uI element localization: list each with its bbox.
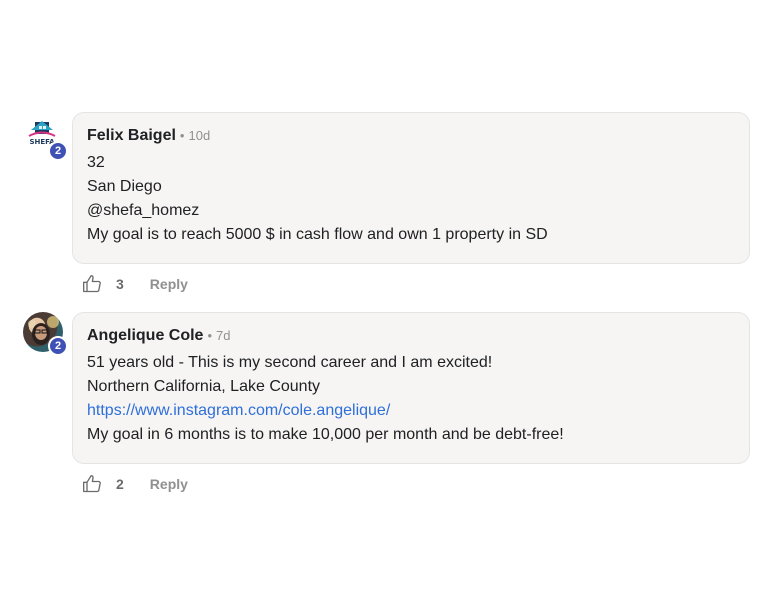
comment-line: My goal is to reach 5000 $ in cash flow … [87, 226, 548, 243]
comment-line: My goal in 6 months is to make 10,000 pe… [87, 426, 564, 443]
thumbs-up-icon[interactable] [82, 274, 102, 294]
comment-actions: 2 Reply [82, 474, 188, 494]
avatar[interactable]: 2 [23, 312, 68, 356]
timestamp[interactable]: 7d [216, 328, 230, 343]
comment-bubble: Angelique Cole • 7d 51 years old - This … [72, 312, 750, 464]
comment-line: @shefa_homez [87, 202, 200, 219]
thumbs-up-icon[interactable] [82, 474, 102, 494]
avatar[interactable]: SHEFA 2 [23, 117, 68, 161]
comment-line: San Diego [87, 178, 162, 195]
instagram-link[interactable]: https://www.instagram.com/cole.angelique… [87, 399, 735, 423]
level-badge: 2 [48, 336, 68, 356]
reply-button[interactable]: Reply [150, 476, 188, 492]
separator-dot: • [179, 128, 185, 143]
author-name[interactable]: Felix Baigel [87, 127, 176, 145]
comment-meta: Angelique Cole • 7d [87, 327, 735, 345]
separator-dot: • [207, 328, 213, 343]
level-badge: 2 [48, 141, 68, 161]
author-name[interactable]: Angelique Cole [87, 327, 203, 345]
comment-line: Northern California, Lake County [87, 378, 321, 395]
comment-line: 32 [87, 154, 105, 171]
comment-actions: 3 Reply [82, 274, 188, 294]
reply-button[interactable]: Reply [150, 276, 188, 292]
like-count: 3 [116, 276, 124, 292]
comment-meta: Felix Baigel • 10d [87, 127, 735, 145]
like-count: 2 [116, 476, 124, 492]
comment-line: 51 years old - This is my second career … [87, 354, 493, 371]
timestamp[interactable]: 10d [188, 128, 210, 143]
comment-bubble: Felix Baigel • 10d 32 San Diego @shefa_h… [72, 112, 750, 264]
